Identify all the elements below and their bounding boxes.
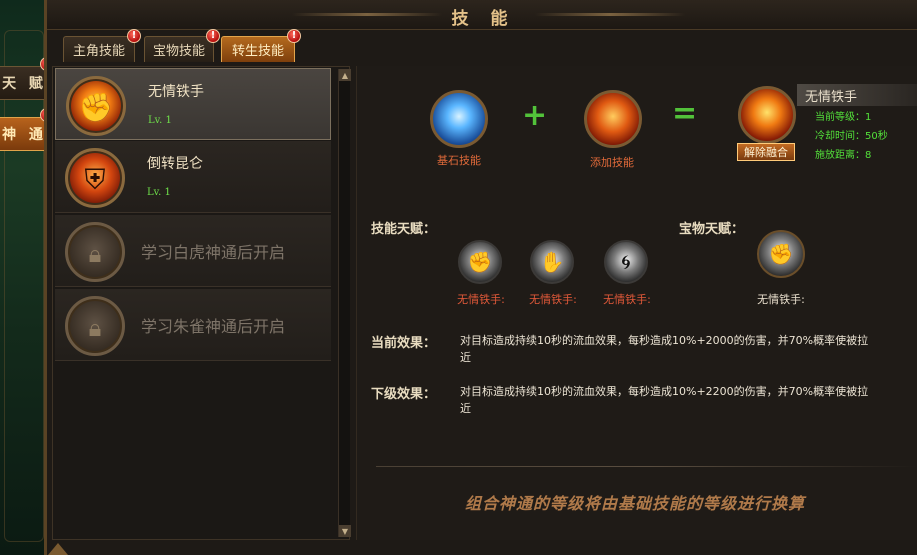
- side-tab-talent-label: 天 赋: [2, 76, 47, 92]
- skill-level: Lv. 1: [148, 115, 172, 126]
- alert-icon: !: [206, 29, 220, 43]
- lock-icon: 🔒︎: [65, 222, 125, 282]
- tab-main-skills[interactable]: 主角技能: [63, 36, 135, 62]
- treasure-talent-icon[interactable]: ✊: [757, 230, 805, 278]
- equals-icon: =: [672, 96, 698, 131]
- scroll-down-icon[interactable]: ▼: [339, 525, 351, 537]
- talent-strike-icon[interactable]: ✋: [530, 240, 574, 284]
- tab-label: 主角技能: [72, 44, 125, 59]
- locked-hint: 学习朱雀神通后开启: [141, 317, 286, 336]
- fused-skill-cooldown: 冷却时间：50秒: [815, 131, 888, 142]
- talent-swirl-icon[interactable]: 🌀︎: [604, 240, 648, 284]
- tab-treasure-skills[interactable]: 宝物技能: [144, 36, 214, 62]
- footer-note: 组合神通的等级将由基础技能的等级进行换算: [464, 494, 805, 513]
- tab-rebirth-skills[interactable]: 转生技能: [221, 36, 295, 62]
- window-title: 技 能: [451, 9, 516, 29]
- skill-list-item[interactable]: ✊ 无情铁手 Lv. 1: [55, 68, 331, 140]
- skill-list-item-locked[interactable]: 🔒︎ 学习白虎神通后开启: [55, 215, 331, 287]
- title-bar: 技 能: [47, 0, 917, 30]
- flame-shield-icon: ⛨: [65, 148, 125, 208]
- side-tab-talent[interactable]: 天 赋: [0, 66, 50, 100]
- talent-name: 无情铁手:: [457, 293, 505, 306]
- skill-level: Lv. 1: [147, 187, 171, 198]
- skill-name: 倒转昆仑: [147, 156, 203, 172]
- talent-name: 无情铁手:: [603, 293, 651, 306]
- fused-skill-level: 当前等级：1: [815, 112, 872, 123]
- skill-talent-label: 技能天赋：: [371, 222, 437, 237]
- treasure-talent-name: 无情铁手:: [757, 293, 805, 306]
- scrollbar[interactable]: ▲ ▼: [338, 69, 351, 537]
- fused-skill-info: 无情铁手 当前等级：1 冷却时间：50秒 施放距离：8: [797, 84, 917, 174]
- unfuse-button[interactable]: 解除融合: [737, 143, 795, 161]
- talent-name: 无情铁手:: [529, 293, 577, 306]
- next-effect-text: 对目标造成持续10秒的流血效果，每秒造成10%+2200的伤害，并70%概率使被…: [460, 385, 869, 415]
- scroll-up-icon[interactable]: ▲: [339, 69, 351, 81]
- side-tab-divine-label: 神 通: [2, 127, 47, 143]
- current-effect-label: 当前效果：: [371, 336, 437, 351]
- fused-skill-icon: [738, 86, 796, 144]
- skill-list-item-locked[interactable]: 🔒︎ 学习朱雀神通后开启: [55, 289, 331, 361]
- next-effect-label: 下级效果：: [371, 387, 437, 402]
- talent-fist-icon[interactable]: ✊: [458, 240, 502, 284]
- side-tab-divine[interactable]: 神 通: [0, 117, 50, 151]
- fist-fire-icon: ✊: [66, 76, 126, 136]
- current-effect-text: 对目标造成持续10秒的流血效果，每秒造成10%+2000的伤害，并70%概率使被…: [460, 334, 869, 364]
- base-skill-slot-icon[interactable]: [430, 90, 488, 148]
- divider: [376, 466, 917, 467]
- skill-name: 无情铁手: [148, 84, 204, 100]
- fused-skill-name: 无情铁手: [797, 84, 917, 106]
- tab-label: 转生技能: [231, 44, 284, 59]
- skill-list-item[interactable]: ⛨ 倒转昆仑 Lv. 1: [55, 141, 331, 213]
- base-skill-label: 基石技能: [437, 154, 481, 167]
- lock-icon: 🔒︎: [65, 296, 125, 356]
- fused-skill-range: 施放距离：8: [815, 150, 872, 161]
- plus-icon: +: [522, 98, 548, 133]
- locked-hint: 学习白虎神通后开启: [141, 243, 286, 262]
- skill-list: ✊ 无情铁手 Lv. 1 ⛨ 倒转昆仑 Lv. 1 🔒︎ 学习白虎神通后开启 🔒…: [52, 66, 351, 540]
- added-skill-slot-icon[interactable]: [584, 90, 642, 148]
- treasure-talent-label: 宝物天赋：: [679, 222, 745, 237]
- tab-label: 宝物技能: [153, 44, 206, 59]
- alert-icon: !: [127, 29, 141, 43]
- alert-icon: !: [287, 29, 301, 43]
- added-skill-label: 添加技能: [590, 156, 634, 169]
